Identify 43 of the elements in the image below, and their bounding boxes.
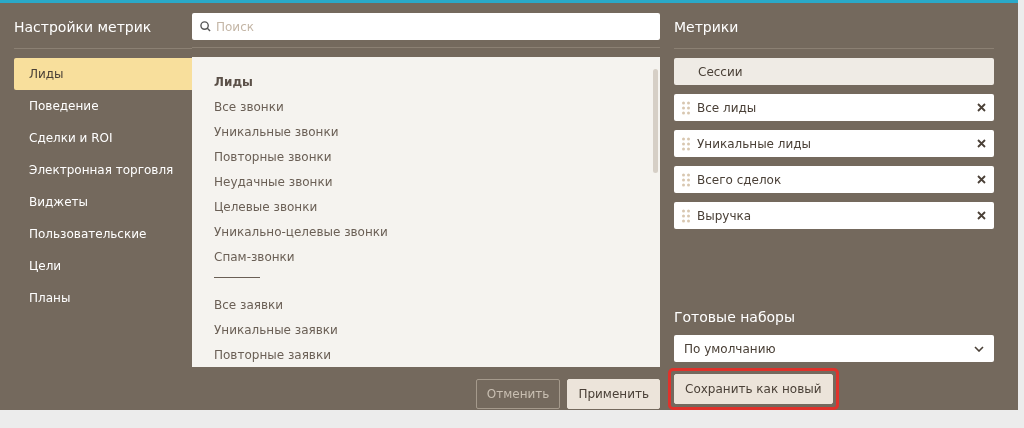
scrollbar[interactable] xyxy=(653,69,658,173)
metric-option[interactable]: Уникально-целевые звонки xyxy=(214,219,660,244)
metrics-title: Метрики xyxy=(674,18,740,37)
metric-option[interactable]: Неудачные звонки xyxy=(214,169,660,194)
metric-option[interactable]: Целевые звонки xyxy=(214,194,660,219)
apply-button[interactable]: Применить xyxy=(567,379,660,409)
metric-option[interactable]: Уникальные заявки xyxy=(214,317,660,342)
metric-option[interactable]: Все звонки xyxy=(214,94,660,119)
category-item[interactable]: Пользовательские xyxy=(14,218,192,250)
category-item[interactable]: Лиды xyxy=(14,58,192,90)
search-field[interactable]: Поиск xyxy=(192,13,660,40)
category-item[interactable]: Поведение xyxy=(14,90,192,122)
selected-metric[interactable]: Уникальные лиды xyxy=(674,130,994,157)
save-as-new-button[interactable]: Сохранить как новый xyxy=(674,374,833,404)
dialog-title: Настройки метрик xyxy=(14,18,153,37)
drag-handle-icon[interactable] xyxy=(682,100,690,115)
category-item[interactable]: Цели xyxy=(14,250,192,282)
close-icon[interactable] xyxy=(977,103,986,112)
selected-metric[interactable]: Выручка xyxy=(674,202,994,229)
cancel-button[interactable]: Отменить xyxy=(475,379,561,409)
group-heading: Лиды xyxy=(214,73,254,91)
selected-metric[interactable]: Все лиды xyxy=(674,94,994,121)
preset-dropdown[interactable]: По умолчанию xyxy=(674,335,994,362)
drag-handle-icon[interactable] xyxy=(682,172,690,187)
category-item[interactable]: Сделки и ROI xyxy=(14,122,192,154)
metric-option[interactable]: Повторные заявки xyxy=(214,342,660,367)
chevron-down-icon xyxy=(974,345,984,352)
category-item[interactable]: Виджеты xyxy=(14,186,192,218)
close-icon[interactable] xyxy=(977,139,986,148)
metric-option[interactable]: Повторные звонки xyxy=(214,144,660,169)
metric-option[interactable]: Все заявки xyxy=(214,292,660,317)
drag-handle-icon[interactable] xyxy=(682,136,690,151)
category-item[interactable]: Планы xyxy=(14,282,192,314)
selected-metric[interactable]: Всего сделок xyxy=(674,166,994,193)
presets-title: Готовые наборы xyxy=(674,309,797,325)
category-item[interactable]: Электронная торговля xyxy=(14,154,192,186)
metric-option[interactable]: Спам-звонки xyxy=(214,244,660,269)
search-icon xyxy=(200,21,211,32)
close-icon[interactable] xyxy=(977,175,986,184)
close-icon[interactable] xyxy=(977,211,986,220)
metric-option[interactable]: Уникальные звонки xyxy=(214,119,660,144)
selected-metric[interactable]: Сессии xyxy=(674,58,994,85)
drag-handle-icon[interactable] xyxy=(682,208,690,223)
